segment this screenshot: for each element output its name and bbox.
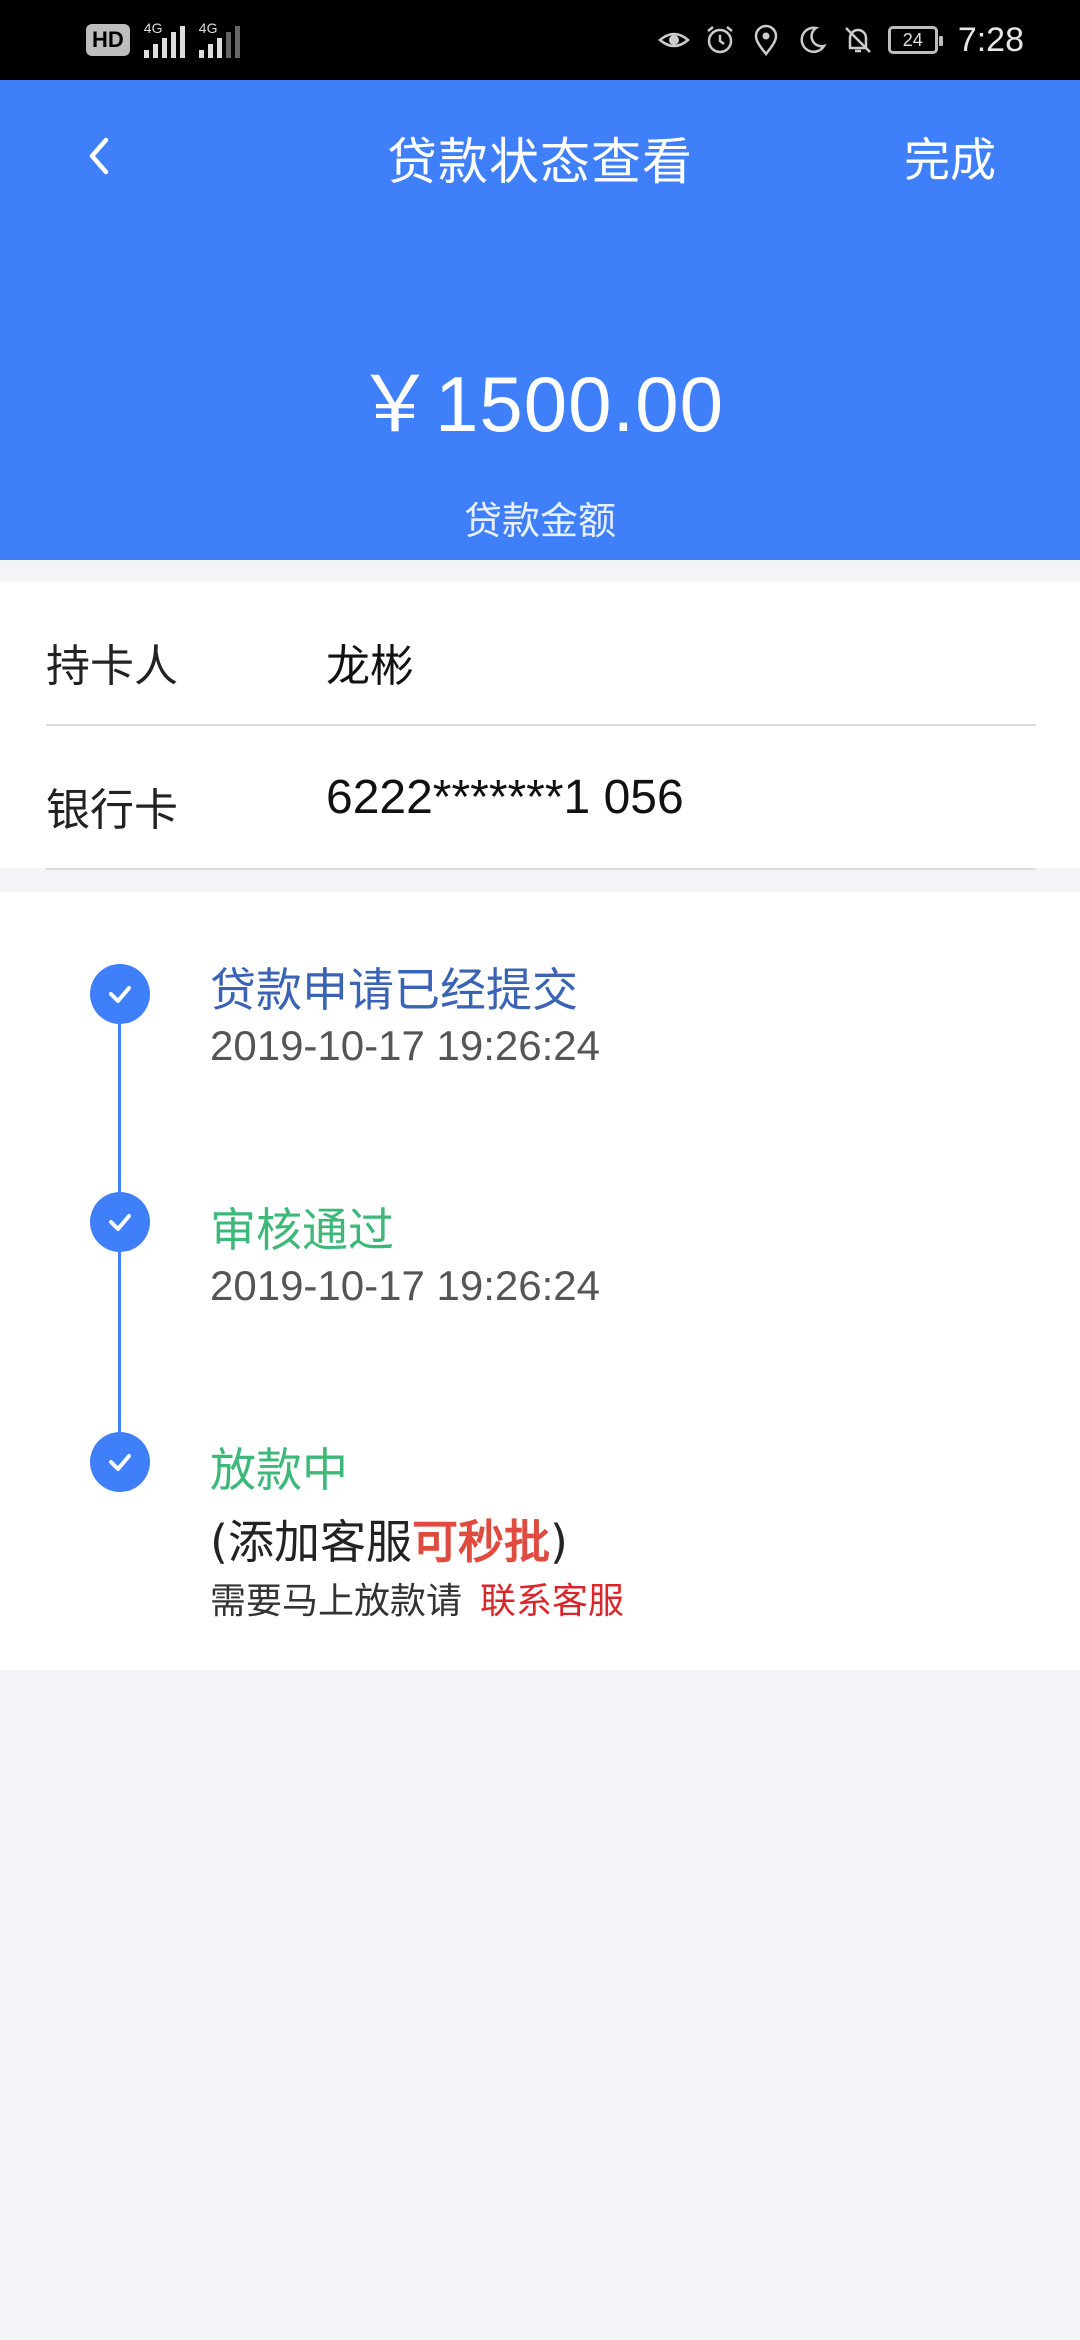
signal-icon: 4G — [143, 20, 185, 58]
status-time: 7:28 — [957, 20, 1024, 59]
hint-text: 需要马上放款请 — [210, 1581, 463, 1622]
moon-icon — [800, 26, 827, 53]
battery-icon: 24 — [887, 26, 943, 54]
network-label: 4G — [143, 20, 163, 36]
step-submitted-time: 2019-10-17 19:26:24 — [210, 1022, 600, 1069]
done-button[interactable]: 完成 — [904, 124, 996, 190]
check-icon — [90, 1432, 150, 1492]
status-right: 24 7:28 — [657, 14, 1024, 66]
cardholder-row: 持卡人 龙彬 — [46, 582, 1036, 726]
bank-card-value: 6222*******1 056 — [326, 771, 684, 824]
network-label: 4G — [198, 20, 218, 36]
check-icon — [90, 1192, 150, 1252]
bank-card-label: 银行卡 — [46, 785, 178, 836]
header: 贷款状态查看 完成 ￥1500.00 贷款金额 — [0, 80, 1080, 560]
status-bar: HD 4G 4G 24 7:28 — [0, 0, 1080, 80]
step-approved-title: 审核通过 — [210, 1203, 394, 1257]
step-approved-time: 2019-10-17 19:26:24 — [210, 1262, 600, 1309]
location-icon — [754, 24, 778, 56]
note-suffix: ) — [549, 1515, 568, 1569]
bank-card-row: 银行卡 6222*******1 056 — [46, 726, 1036, 870]
eye-icon — [657, 32, 690, 48]
service-hint: 需要马上放款请 联系客服 — [210, 1572, 624, 1624]
timeline-card: 贷款申请已经提交 2019-10-17 19:26:24 审核通过 2019-1… — [0, 892, 1080, 1670]
check-icon — [90, 964, 150, 1024]
step-disbursing-title: 放款中 — [210, 1443, 348, 1497]
step-submitted-title: 贷款申请已经提交 — [210, 963, 578, 1017]
loan-amount-label: 贷款金额 — [463, 499, 616, 543]
loan-amount: ￥1500.00 — [356, 360, 724, 448]
hd-badge: HD — [86, 24, 130, 56]
status-left: HD 4G 4G — [86, 20, 240, 60]
contact-service-link[interactable]: 联系客服 — [480, 1581, 624, 1622]
signal-icon: 4G — [198, 20, 240, 58]
cardholder-label: 持卡人 — [46, 641, 178, 692]
note-prefix: (添加客服 — [210, 1515, 412, 1569]
alarm-icon — [707, 26, 733, 54]
cardholder-value: 龙彬 — [326, 641, 414, 692]
service-note: (添加客服可秒批) — [210, 1506, 568, 1572]
battery-level: 24 — [902, 29, 923, 50]
info-card: 持卡人 龙彬 银行卡 6222*******1 056 — [0, 582, 1080, 870]
note-highlight: 可秒批 — [411, 1515, 550, 1569]
bell-off-icon — [844, 27, 871, 53]
